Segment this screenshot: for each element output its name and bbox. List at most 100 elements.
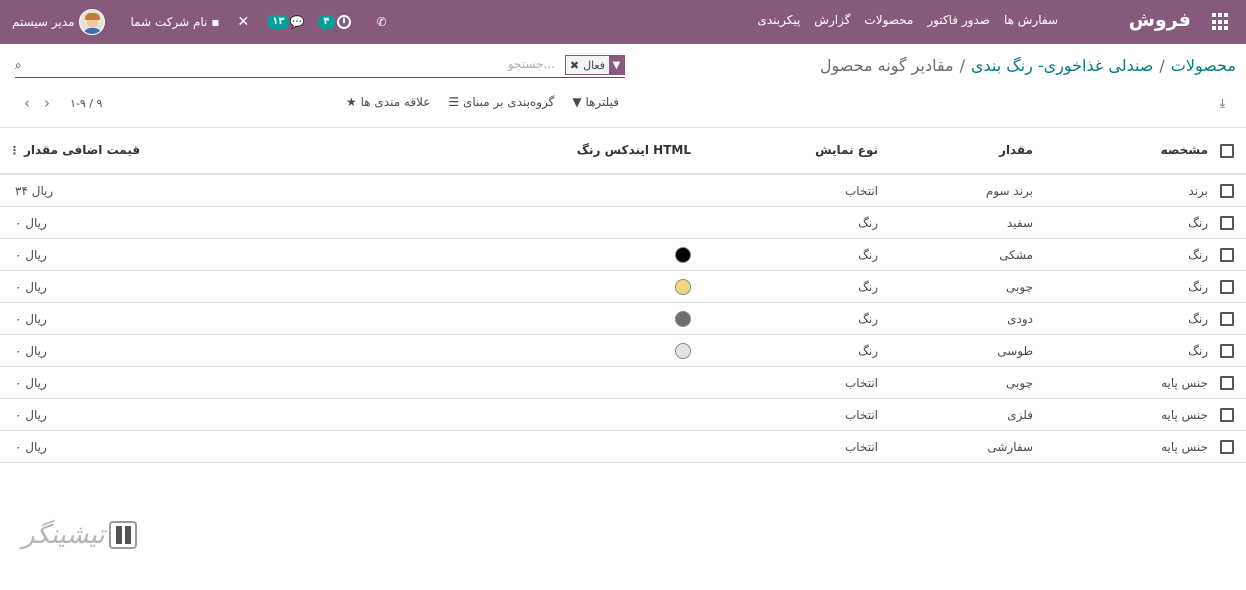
cell-value: طوسی xyxy=(997,343,1033,358)
breadcrumb-products[interactable]: محصولات xyxy=(1171,56,1236,75)
select-all-checkbox[interactable] xyxy=(1220,144,1234,158)
avatar xyxy=(78,9,105,35)
search-icon[interactable]: ⌕ xyxy=(15,58,22,73)
cell-value: مشکی xyxy=(999,247,1033,262)
menu-invoicing[interactable]: صدور فاکتور xyxy=(927,13,990,27)
cell-attribute: رنگ xyxy=(1188,247,1208,262)
header-attribute[interactable]: مشخصه xyxy=(1161,143,1208,157)
user-menu[interactable]: مدیر سیستم xyxy=(12,9,105,35)
cell-attribute: جنس پایه xyxy=(1161,407,1208,422)
menu-products[interactable]: محصولات xyxy=(864,13,913,27)
clock-icon xyxy=(336,15,351,29)
cell-attribute: جنس پایه xyxy=(1161,439,1208,454)
cell-attribute: رنگ xyxy=(1188,311,1208,326)
phone-icon[interactable]: ✆ xyxy=(377,15,387,29)
cell-value: برند سوم xyxy=(985,183,1033,198)
color-swatch xyxy=(675,310,691,327)
favorites-button[interactable]: ★ علاقه مندی ها xyxy=(346,95,430,109)
search-options: ▼ فیلترها ☰ گروه‌بندی بر مبنای ★ علاقه م… xyxy=(346,95,619,109)
pager: ‹ › ۱-۹ / ۹ xyxy=(24,94,102,112)
pager-next-icon[interactable]: › xyxy=(44,94,50,112)
row-checkbox[interactable] xyxy=(1220,279,1234,294)
menu-orders[interactable]: سفارش ها xyxy=(1004,13,1058,27)
row-checkbox[interactable] xyxy=(1220,183,1234,198)
cell-display-type: انتخاب xyxy=(845,375,878,390)
list-table: مشخصه مقدار نوع نمایش ایندکس رنگ HTML ⋮ … xyxy=(0,127,1246,463)
breadcrumb-separator: / xyxy=(1159,56,1165,75)
facet-remove-icon[interactable]: ✖ xyxy=(570,59,579,72)
color-swatch xyxy=(675,278,691,295)
cell-display-type: رنگ xyxy=(858,279,878,294)
table-row[interactable]: رنگ طوسی رنگ ۰ ریال xyxy=(0,335,1246,367)
pager-value[interactable]: ۱-۹ / ۹ xyxy=(70,97,102,110)
color-swatch xyxy=(675,246,691,263)
breadcrumb-current: مقادیر گونه محصول xyxy=(819,56,954,75)
cell-display-type: رنگ xyxy=(858,247,878,262)
header-extra-price-label[interactable]: قیمت اضافی مقدار xyxy=(24,143,140,157)
watermark-icon xyxy=(108,521,137,549)
row-checkbox[interactable] xyxy=(1220,247,1234,262)
company-switcher[interactable]: نام شرکت شما ▪ xyxy=(131,15,220,29)
menu-configuration[interactable]: پیکربندی xyxy=(757,13,800,27)
table-row[interactable]: رنگ سفید رنگ ۰ ریال xyxy=(0,207,1246,239)
table-row[interactable]: برند برند سوم انتخاب ۳۴ ریال xyxy=(0,175,1246,207)
table-row[interactable]: رنگ دودی رنگ ۰ ریال xyxy=(0,303,1246,335)
table-row[interactable]: جنس پایه سفارشی انتخاب ۰ ریال xyxy=(0,431,1246,463)
cell-extra-price: ۰ ریال xyxy=(15,343,47,358)
cell-attribute: رنگ xyxy=(1188,343,1208,358)
cell-extra-price: ۰ ریال xyxy=(15,311,47,326)
activity-icon[interactable]: ۴ xyxy=(318,15,351,29)
cell-value: دودی xyxy=(1007,311,1033,326)
groupby-button[interactable]: ☰ گروه‌بندی بر مبنای xyxy=(448,95,554,109)
cell-display-type: انتخاب xyxy=(845,407,878,422)
row-checkbox[interactable] xyxy=(1220,439,1234,454)
favorites-label: علاقه مندی ها xyxy=(360,95,431,109)
filters-label: فیلترها xyxy=(585,95,619,109)
chat-icon[interactable]: ۱۳ 💬 xyxy=(267,15,304,29)
header-display-type[interactable]: نوع نمایش xyxy=(815,143,878,157)
cell-extra-price: ۰ ریال xyxy=(15,215,47,230)
header-html-color[interactable]: ایندکس رنگ HTML xyxy=(577,143,691,157)
building-icon: ▪ xyxy=(211,15,220,29)
cell-extra-price: ۰ ریال xyxy=(15,279,47,294)
header-value[interactable]: مقدار xyxy=(999,143,1033,157)
cell-attribute: برند xyxy=(1188,183,1208,198)
row-checkbox[interactable] xyxy=(1220,407,1234,422)
download-icon[interactable]: ⤓ xyxy=(1220,96,1225,111)
filters-button[interactable]: ▼ فیلترها xyxy=(572,95,619,109)
cell-extra-price: ۰ ریال xyxy=(15,375,47,390)
cell-extra-price: ۳۴ ریال xyxy=(15,183,54,198)
watermark-script: تیشینگر xyxy=(22,520,105,550)
table-header: مشخصه مقدار نوع نمایش ایندکس رنگ HTML ⋮ … xyxy=(0,127,1246,175)
cell-value: سفارشی xyxy=(987,439,1033,454)
cell-display-type: رنگ xyxy=(858,215,878,230)
row-checkbox[interactable] xyxy=(1220,375,1234,390)
cell-value: چوبی xyxy=(1006,375,1033,390)
row-checkbox[interactable] xyxy=(1220,343,1234,358)
app-brand[interactable]: فروش xyxy=(1129,9,1191,31)
column-options-icon[interactable]: ⋮ xyxy=(9,144,20,157)
row-checkbox[interactable] xyxy=(1220,215,1234,230)
watermark-logo: تیشینگر xyxy=(22,520,137,550)
debug-close-icon[interactable]: ✕ xyxy=(238,14,250,30)
main-menu: سفارش ها صدور فاکتور محصولات گزارش پیکرب… xyxy=(757,13,1058,27)
top-navbar: فروش سفارش ها صدور فاکتور محصولات گزارش … xyxy=(0,0,1246,44)
search-input[interactable]: جستجو... xyxy=(355,57,555,71)
company-name: نام شرکت شما xyxy=(130,15,208,29)
apps-menu-icon[interactable] xyxy=(1212,13,1230,31)
cell-value: چوبی xyxy=(1006,279,1033,294)
cell-value: فلزی xyxy=(1007,407,1033,422)
row-checkbox[interactable] xyxy=(1220,311,1234,326)
cell-display-type: انتخاب xyxy=(845,439,878,454)
cell-display-type: رنگ xyxy=(858,311,878,326)
groupby-label: گروه‌بندی بر مبنای xyxy=(463,95,555,109)
table-row[interactable]: رنگ مشکی رنگ ۰ ریال xyxy=(0,239,1246,271)
breadcrumb: محصولات / صندلی غذاخوری- رنگ بندی / مقاد… xyxy=(820,56,1236,75)
table-row[interactable]: جنس پایه چوبی انتخاب ۰ ریال xyxy=(0,367,1246,399)
menu-reporting[interactable]: گزارش xyxy=(814,13,850,27)
table-row[interactable]: جنس پایه فلزی انتخاب ۰ ریال xyxy=(0,399,1246,431)
pager-previous-icon[interactable]: ‹ xyxy=(24,94,30,112)
breadcrumb-product[interactable]: صندلی غذاخوری- رنگ بندی xyxy=(971,56,1153,75)
table-row[interactable]: رنگ چوبی رنگ ۰ ریال xyxy=(0,271,1246,303)
activity-badge: ۴ xyxy=(318,15,335,29)
